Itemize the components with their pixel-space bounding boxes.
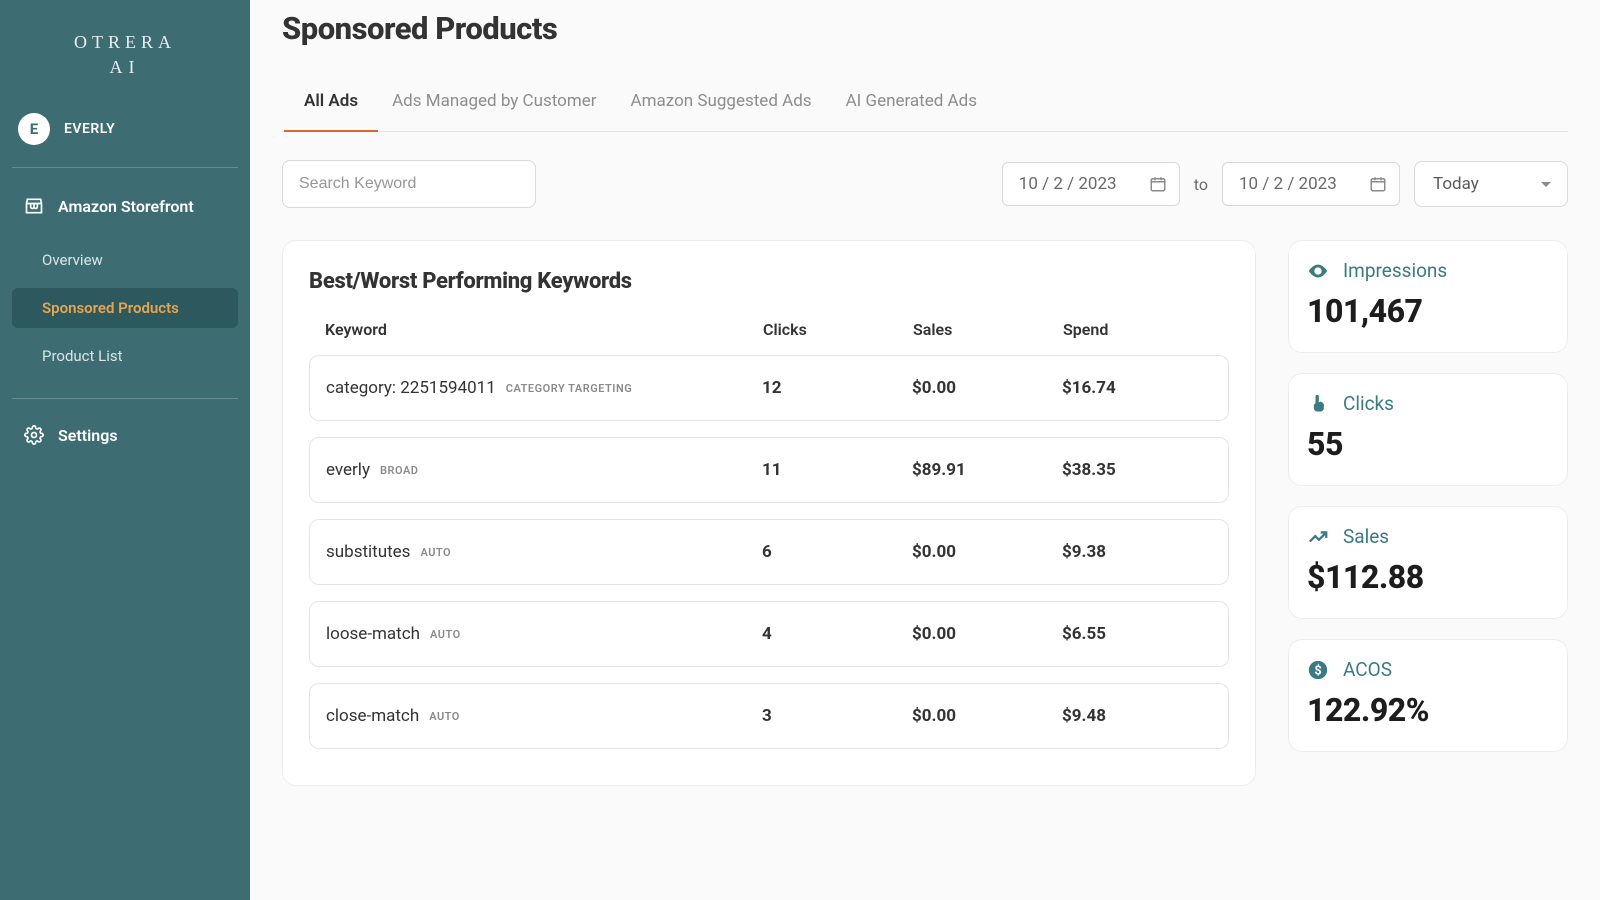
col-spend: Spend <box>1063 320 1213 339</box>
sidebar-item-product-list[interactable]: Product List <box>12 336 238 376</box>
sidebar-item-label: Sponsored Products <box>42 299 179 317</box>
filters-bar: 10 / 2 / 2023 to 10 / 2 / 2023 Today <box>282 160 1568 208</box>
spend-value: $9.38 <box>1062 542 1212 562</box>
keyword-tag: AUTO <box>430 628 461 641</box>
clicks-value: 3 <box>762 706 912 726</box>
tab-label: AI Generated Ads <box>846 91 977 111</box>
sales-value: $0.00 <box>912 542 1062 562</box>
chevron-down-icon <box>1541 182 1551 187</box>
table-row[interactable]: loose-match AUTO 4 $0.00 $6.55 <box>309 601 1229 667</box>
nav-section-label: Amazon Storefront <box>58 197 194 216</box>
dollar-icon: $ <box>1307 659 1329 681</box>
keyword-tag: BROAD <box>380 464 418 477</box>
keyword-text: close-match <box>326 706 419 726</box>
metric-label: Impressions <box>1343 259 1447 282</box>
metric-value: $112.88 <box>1307 558 1549 596</box>
metric-acos: $ ACOS 122.92% <box>1288 639 1568 752</box>
keyword-text: substitutes <box>326 542 410 562</box>
sales-value: $0.00 <box>912 706 1062 726</box>
keyword-tag: AUTO <box>420 546 451 559</box>
spend-value: $16.74 <box>1062 378 1212 398</box>
sidebar: OTRERA AI E EVERLY Amazon Storefront Ove… <box>0 0 250 900</box>
date-range-value: Today <box>1433 174 1479 194</box>
gear-icon <box>24 425 44 445</box>
metric-value: 122.92% <box>1307 691 1549 729</box>
metric-clicks: Clicks 55 <box>1288 373 1568 486</box>
tab-label: Ads Managed by Customer <box>392 91 596 111</box>
keyword-text: everly <box>326 460 370 480</box>
user-name: EVERLY <box>64 121 115 137</box>
clicks-value: 11 <box>762 460 912 480</box>
calendar-icon <box>1149 175 1167 193</box>
table-row[interactable]: substitutes AUTO 6 $0.00 $9.38 <box>309 519 1229 585</box>
metric-label: Clicks <box>1343 392 1394 415</box>
tab-label: Amazon Suggested Ads <box>631 91 812 111</box>
tab-customer-managed[interactable]: Ads Managed by Customer <box>392 77 596 131</box>
brand-line1: OTRERA <box>12 30 238 55</box>
col-clicks: Clicks <box>763 320 913 339</box>
spend-value: $9.48 <box>1062 706 1212 726</box>
tab-all-ads[interactable]: All Ads <box>304 77 358 131</box>
clicks-value: 4 <box>762 624 912 644</box>
pointer-icon <box>1307 393 1329 415</box>
nav-section-storefront[interactable]: Amazon Storefront <box>12 186 238 226</box>
svg-text:$: $ <box>1314 663 1321 678</box>
keyword-performance-card: Best/Worst Performing Keywords Keyword C… <box>282 240 1256 786</box>
metric-label: ACOS <box>1343 658 1392 681</box>
calendar-icon <box>1369 175 1387 193</box>
clicks-value: 6 <box>762 542 912 562</box>
date-to-value: 10 / 2 / 2023 <box>1239 174 1337 194</box>
metric-value: 55 <box>1307 425 1549 463</box>
brand-logo: OTRERA AI <box>12 30 238 80</box>
keyword-tag: CATEGORY TARGETING <box>506 382 632 395</box>
eye-icon <box>1307 260 1329 282</box>
col-keyword: Keyword <box>325 320 763 339</box>
sidebar-item-overview[interactable]: Overview <box>12 240 238 280</box>
metric-label: Sales <box>1343 525 1389 548</box>
avatar: E <box>18 113 50 145</box>
metric-impressions: Impressions 101,467 <box>1288 240 1568 353</box>
table-row[interactable]: close-match AUTO 3 $0.00 $9.48 <box>309 683 1229 749</box>
sidebar-item-settings[interactable]: Settings <box>12 417 238 453</box>
sales-value: $0.00 <box>912 624 1062 644</box>
date-from-value: 10 / 2 / 2023 <box>1019 174 1117 194</box>
metric-sales: Sales $112.88 <box>1288 506 1568 619</box>
nav-divider <box>12 398 238 399</box>
table-row[interactable]: everly BROAD 11 $89.91 $38.35 <box>309 437 1229 503</box>
date-range-dropdown[interactable]: Today <box>1414 161 1568 207</box>
table-row[interactable]: category: 2251594011 CATEGORY TARGETING … <box>309 355 1229 421</box>
tab-label: All Ads <box>304 91 358 111</box>
sales-value: $89.91 <box>912 460 1062 480</box>
card-title: Best/Worst Performing Keywords <box>309 269 1229 294</box>
sidebar-item-label: Overview <box>42 251 103 269</box>
tab-ai-generated[interactable]: AI Generated Ads <box>846 77 977 131</box>
clicks-value: 12 <box>762 378 912 398</box>
settings-label: Settings <box>58 426 118 445</box>
to-label: to <box>1194 175 1208 194</box>
tabs: All Ads Ads Managed by Customer Amazon S… <box>282 77 1568 132</box>
date-from-input[interactable]: 10 / 2 / 2023 <box>1002 162 1180 206</box>
storefront-icon <box>24 196 44 216</box>
keyword-text: loose-match <box>326 624 420 644</box>
keyword-text: category: 2251594011 <box>326 378 496 398</box>
trending-up-icon <box>1307 526 1329 548</box>
user-badge[interactable]: E EVERLY <box>12 105 238 168</box>
metrics-column: Impressions 101,467 Clicks 55 <box>1288 240 1568 752</box>
search-input[interactable] <box>282 160 536 208</box>
sidebar-item-sponsored-products[interactable]: Sponsored Products <box>12 288 238 328</box>
metric-value: 101,467 <box>1307 292 1549 330</box>
keyword-tag: AUTO <box>429 710 460 723</box>
spend-value: $6.55 <box>1062 624 1212 644</box>
main-content: Sponsored Products All Ads Ads Managed b… <box>250 0 1600 900</box>
date-to-input[interactable]: 10 / 2 / 2023 <box>1222 162 1400 206</box>
spend-value: $38.35 <box>1062 460 1212 480</box>
col-sales: Sales <box>913 320 1063 339</box>
tab-amazon-suggested[interactable]: Amazon Suggested Ads <box>631 77 812 131</box>
brand-line2: AI <box>12 55 238 80</box>
content-row: Best/Worst Performing Keywords Keyword C… <box>282 240 1568 786</box>
sales-value: $0.00 <box>912 378 1062 398</box>
page-title: Sponsored Products <box>282 10 1568 47</box>
sidebar-item-label: Product List <box>42 347 123 365</box>
keyword-table-header: Keyword Clicks Sales Spend <box>309 316 1229 355</box>
